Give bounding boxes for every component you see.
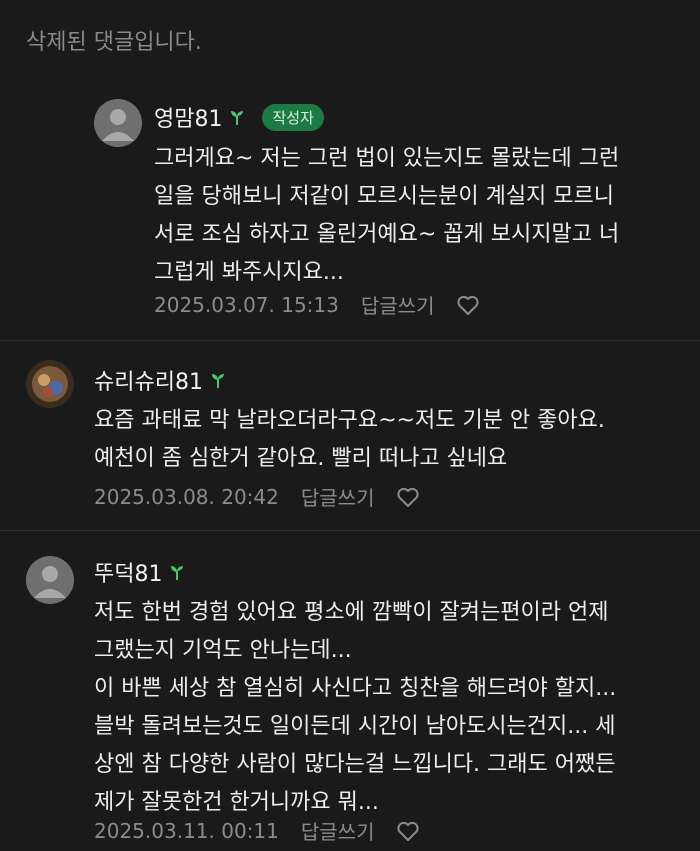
author-name[interactable]: 슈리슈리81	[94, 364, 203, 396]
sprout-icon	[171, 566, 184, 580]
comment-meta: 2025.03.11. 00:11 답글쓰기	[94, 816, 420, 845]
sprout-icon	[211, 374, 224, 388]
comment-text-line: 그럽게 봐주시지요...	[154, 260, 344, 285]
divider	[0, 530, 700, 531]
user-avatar-image[interactable]	[26, 360, 74, 408]
heart-icon[interactable]	[456, 294, 480, 316]
comment-author-row: 뚜덕81	[94, 556, 186, 588]
author-badge: 작성자	[262, 103, 324, 131]
comment-author-row: 영맘81 작성자	[154, 101, 324, 133]
comment-text-line: 저도 한번 경험 있어요 평소에 깜빡이 잘켜는편이라 언제	[94, 600, 609, 625]
sprout-icon	[231, 111, 244, 125]
comment-date: 2025.03.11. 00:11	[94, 818, 279, 843]
comment-text-line: 그러게요~ 저는 그런 법이 있는지도 몰랐는데 그런	[154, 146, 620, 171]
reply-button[interactable]: 답글쓰기	[301, 482, 375, 511]
heart-icon[interactable]	[396, 486, 420, 508]
comment-meta: 2025.03.07. 15:13 답글쓰기	[154, 290, 480, 319]
author-name[interactable]: 뚜덕81	[94, 556, 162, 588]
comment-text-line: 그랬는지 기억도 안나는데...	[94, 638, 352, 663]
comment-text-line: 이 바쁜 세상 참 열심히 사신다고 칭찬을 해드려야 할지...	[94, 676, 617, 701]
comment-text-line: 블박 돌려보는것도 일이든데 시간이 남아도시는건지... 세	[94, 714, 616, 739]
divider	[0, 340, 700, 341]
comment-meta: 2025.03.08. 20:42 답글쓰기	[94, 482, 420, 511]
author-name[interactable]: 영맘81	[154, 101, 222, 133]
comment-text-line: 상엔 참 다양한 사람이 많다는걸 느낍니다. 그래도 어쨌든	[94, 752, 616, 777]
default-avatar-icon[interactable]	[94, 99, 142, 147]
comment-author-row: 슈리슈리81	[94, 364, 227, 396]
heart-icon[interactable]	[396, 820, 420, 842]
comment-text-line: 서로 조심 하자고 올린거예요~ 꼽게 보시지말고 너	[154, 222, 620, 247]
reply-button[interactable]: 답글쓰기	[361, 290, 435, 319]
comment-text-line: 일을 당해보니 저같이 모르시는분이 계실지 모르니	[154, 184, 615, 209]
comment-date: 2025.03.07. 15:13	[154, 292, 339, 317]
default-avatar-icon[interactable]	[26, 556, 74, 604]
comment-text-line: 요즘 과태료 막 날라오더라구요~~저도 기분 안 좋아요.	[94, 408, 605, 433]
comment-date: 2025.03.08. 20:42	[94, 484, 279, 509]
deleted-comment-notice: 삭제된 댓글입니다.	[26, 30, 202, 55]
reply-button[interactable]: 답글쓰기	[301, 816, 375, 845]
comment-text-line: 예천이 좀 심한거 같아요. 빨리 떠나고 싶네요	[94, 446, 508, 471]
